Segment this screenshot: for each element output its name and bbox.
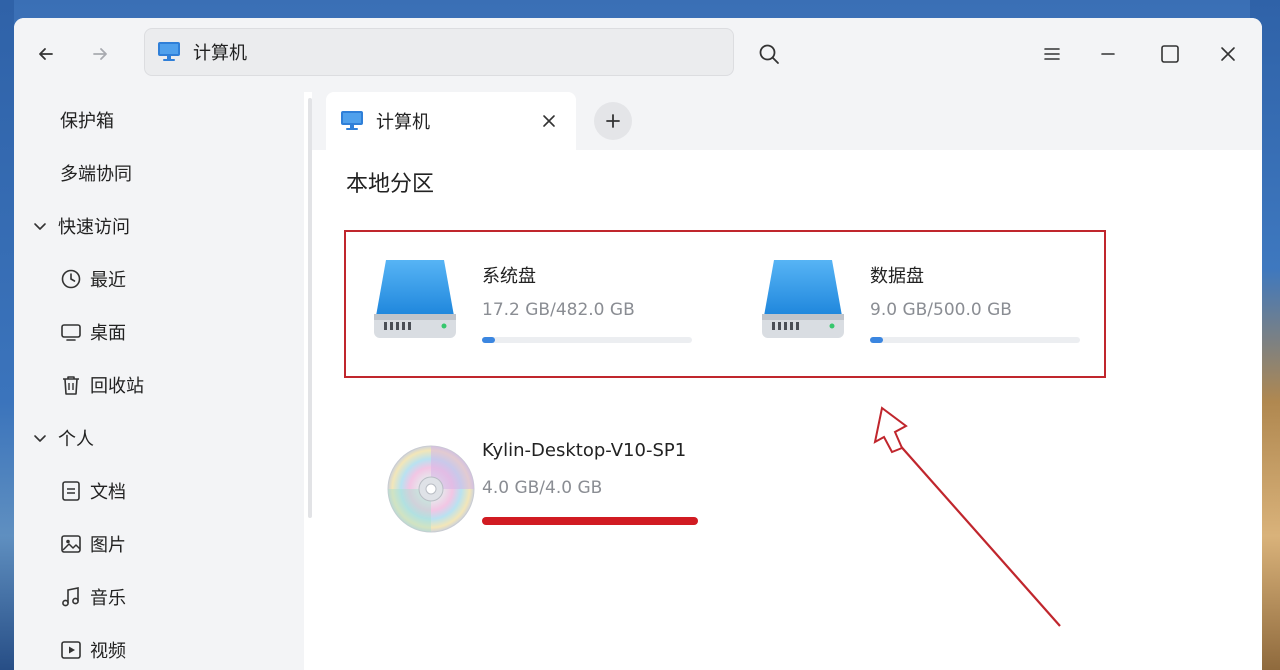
title-bar: 计算机 [14, 18, 1262, 92]
minimize-button[interactable] [1088, 34, 1128, 74]
disc-usage: 4.0 GB/4.0 GB [482, 478, 603, 498]
sidebar-group-label: 个人 [58, 429, 94, 450]
address-text: 计算机 [193, 43, 247, 64]
drive-system[interactable]: 系统盘 17.2 GB/482.0 GB [372, 244, 712, 354]
drive-usage: 9.0 GB/500.0 GB [870, 300, 1012, 320]
image-icon [60, 533, 82, 555]
chevron-down-icon [32, 430, 48, 446]
sidebar-item-recent[interactable]: 最近 [14, 257, 304, 301]
sidebar-item-label: 多端协同 [60, 164, 132, 185]
drive-usage-bar [870, 337, 1080, 343]
tab-close-button[interactable] [536, 108, 562, 134]
close-window-button[interactable] [1208, 34, 1248, 74]
new-tab-button[interactable] [594, 102, 632, 140]
tab-bar: 计算机 [312, 92, 1262, 150]
annotation-arrow [873, 406, 1061, 627]
drive-usage-bar [482, 337, 692, 343]
sidebar-item-safebox[interactable]: 保护箱 [14, 98, 304, 142]
hard-drive-icon [762, 260, 844, 338]
section-title: 本地分区 [346, 172, 435, 197]
search-icon [759, 44, 779, 64]
drive-usage: 17.2 GB/482.0 GB [482, 300, 635, 320]
maximize-icon [1161, 45, 1179, 63]
hamburger-icon [1044, 48, 1060, 60]
disc-usage-bar [482, 517, 698, 525]
chevron-down-icon [32, 218, 48, 234]
minimize-icon [1101, 53, 1115, 55]
drive-disc[interactable]: Kylin-Desktop-V10-SP1 4.0 GB/4.0 GB [372, 422, 732, 533]
sidebar-item-multi-device[interactable]: 多端协同 [14, 151, 304, 195]
tab-label: 计算机 [376, 112, 430, 133]
file-manager-window: 计算机 保护箱 多端协同 快速访问 最近 桌面 回收站 个人 文档 图片 音乐 … [14, 18, 1262, 670]
menu-button[interactable] [1032, 34, 1072, 74]
drive-name: 数据盘 [870, 266, 924, 287]
drive-usage-fill [870, 337, 883, 343]
disc-name: Kylin-Desktop-V10-SP1 [482, 440, 687, 461]
arrow-left-icon [39, 48, 53, 60]
drive-name: 系统盘 [482, 266, 536, 287]
main-content: 本地分区 系统盘 17.2 GB/482.0 GB 数据盘 9.0 GB/500… [312, 150, 1262, 670]
close-icon [1221, 47, 1235, 61]
sidebar-item-pictures[interactable]: 图片 [14, 522, 304, 566]
computer-icon [341, 111, 363, 130]
sidebar-item-desktop[interactable]: 桌面 [14, 310, 304, 354]
sidebar: 保护箱 多端协同 快速访问 最近 桌面 回收站 个人 文档 图片 音乐 视频 [14, 92, 304, 670]
hard-drive-icon [374, 260, 456, 338]
sidebar-group-personal[interactable]: 个人 [14, 416, 304, 460]
disc-usage-fill [482, 517, 698, 525]
sidebar-item-trash[interactable]: 回收站 [14, 363, 304, 407]
sidebar-item-documents[interactable]: 文档 [14, 469, 304, 513]
computer-icon [158, 42, 180, 61]
plus-icon [606, 114, 620, 128]
clock-icon [60, 268, 82, 290]
address-bar[interactable]: 计算机 [144, 28, 734, 76]
sidebar-item-label: 回收站 [90, 376, 144, 397]
sidebar-item-label: 最近 [90, 270, 126, 291]
sidebar-item-label: 图片 [90, 535, 126, 556]
sidebar-item-videos[interactable]: 视频 [14, 628, 304, 670]
optical-disc-icon [387, 445, 475, 533]
close-icon [543, 115, 555, 127]
sidebar-group-quick-access[interactable]: 快速访问 [14, 204, 304, 248]
tab-computer[interactable]: 计算机 [326, 92, 576, 150]
trash-icon [60, 374, 82, 396]
maximize-button[interactable] [1150, 34, 1190, 74]
sidebar-item-label: 视频 [90, 641, 126, 662]
search-button[interactable] [749, 34, 789, 74]
sidebar-item-label: 桌面 [90, 323, 126, 344]
drive-data[interactable]: 数据盘 9.0 GB/500.0 GB [760, 244, 1100, 354]
monitor-icon [60, 321, 82, 343]
sidebar-group-label: 快速访问 [58, 217, 130, 238]
desktop-background-left [0, 0, 14, 670]
video-icon [60, 639, 82, 661]
arrow-right-icon [93, 48, 107, 60]
sidebar-item-label: 文档 [90, 482, 126, 503]
sidebar-item-label: 音乐 [90, 588, 126, 609]
document-icon [60, 480, 82, 502]
music-icon [60, 586, 82, 608]
sidebar-item-label: 保护箱 [60, 111, 114, 132]
sidebar-item-music[interactable]: 音乐 [14, 575, 304, 619]
drive-usage-fill [482, 337, 495, 343]
forward-button[interactable] [82, 36, 118, 72]
back-button[interactable] [28, 36, 64, 72]
